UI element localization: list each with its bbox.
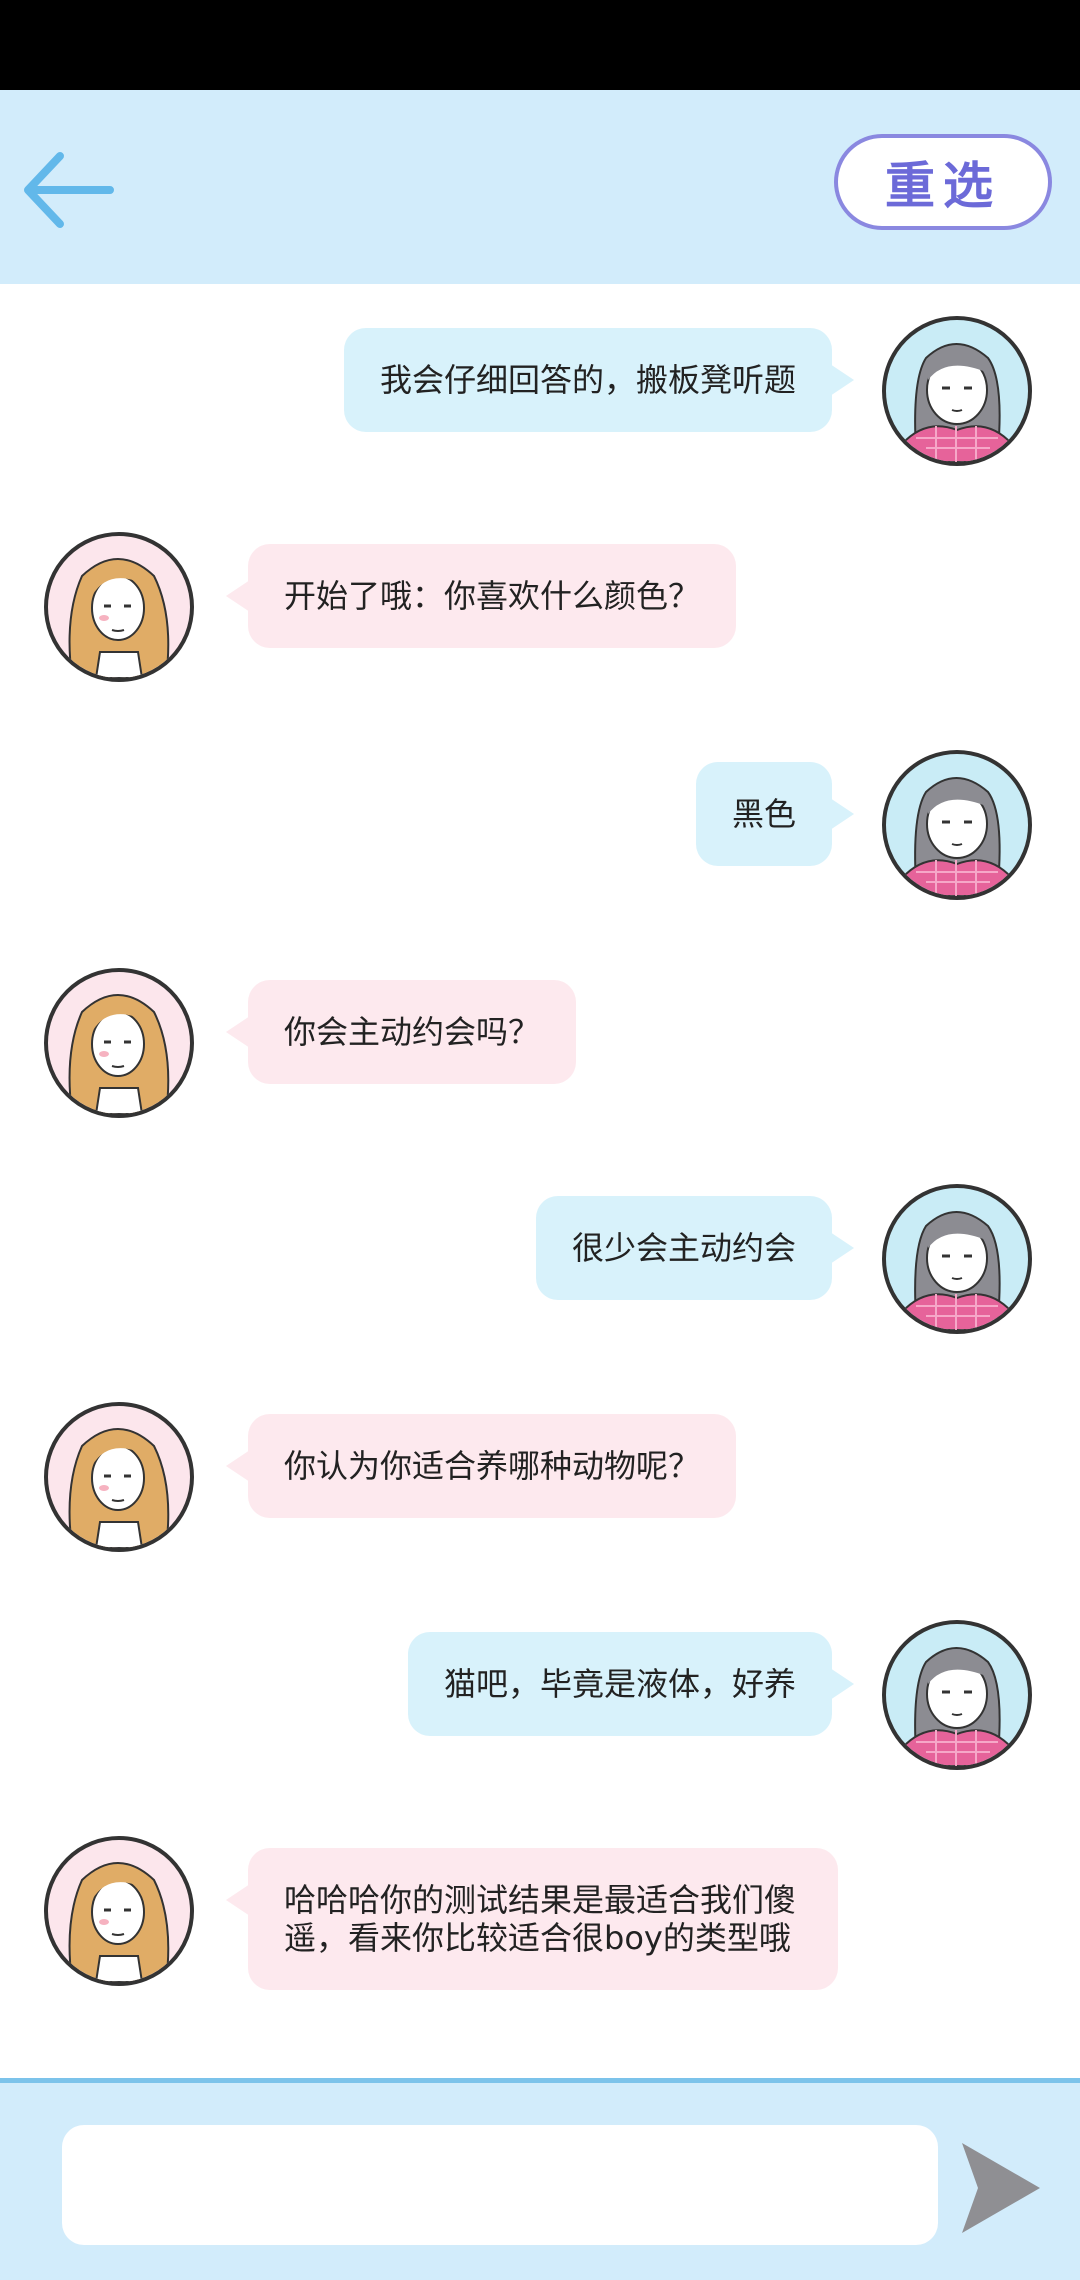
status-bar — [0, 0, 1080, 90]
contact-avatar-icon — [68, 1428, 170, 1548]
message-bubble: 猫吧，毕竟是液体，好养 — [407, 1632, 855, 1736]
reset-button[interactable]: 重选 — [834, 134, 1052, 230]
avatar[interactable] — [882, 750, 1032, 900]
user-avatar-icon — [901, 1647, 1013, 1766]
message-text: 很少会主动约会 — [571, 1229, 796, 1267]
user-avatar-icon — [901, 777, 1013, 896]
message-bubble: 我会仔细回答的，搬板凳听题 — [343, 328, 855, 432]
chat-list[interactable]: 我会仔细回答的，搬板凳听题 开始了哦：你喜欢什么颜色？ 黑色 你会主动约会吗？ … — [0, 284, 1080, 2078]
message-bubble: 你认为你适合养哪种动物呢？ — [225, 1414, 737, 1518]
message-text: 黑色 — [731, 795, 796, 833]
arrow-left-icon — [24, 152, 114, 228]
avatar[interactable] — [882, 316, 1032, 466]
send-button[interactable] — [962, 2143, 1042, 2233]
avatar[interactable] — [44, 968, 194, 1118]
message-text: 我会仔细回答的，搬板凳听题 — [379, 361, 796, 399]
avatar[interactable] — [44, 1402, 194, 1552]
avatar[interactable] — [44, 1836, 194, 1986]
message-bubble: 黑色 — [695, 762, 855, 866]
avatar[interactable] — [882, 1184, 1032, 1334]
input-bar — [0, 2078, 1080, 2280]
message-bubble: 你会主动约会吗？ — [225, 980, 577, 1084]
message-text: 哈哈哈你的测试结果是最适合我们傻遥，看来你比较适合很boy的类型哦 — [284, 1881, 797, 1957]
message-bubble: 开始了哦：你喜欢什么颜色？ — [225, 544, 737, 648]
message-input[interactable] — [62, 2125, 938, 2245]
user-avatar-icon — [901, 343, 1013, 462]
avatar[interactable] — [44, 532, 194, 682]
header: 重选 — [0, 90, 1080, 284]
avatar[interactable] — [882, 1620, 1032, 1770]
message-text: 你会主动约会吗？ — [284, 1013, 541, 1051]
message-bubble: 很少会主动约会 — [535, 1196, 855, 1300]
contact-avatar-icon — [68, 994, 170, 1114]
send-icon — [962, 2143, 1040, 2233]
back-button[interactable] — [18, 134, 128, 244]
contact-avatar-icon — [68, 558, 170, 678]
message-bubble: 哈哈哈你的测试结果是最适合我们傻遥，看来你比较适合很boy的类型哦 — [226, 1848, 838, 1990]
contact-avatar-icon — [68, 1862, 170, 1982]
message-text: 开始了哦：你喜欢什么颜色？ — [284, 577, 701, 615]
message-text: 猫吧，毕竟是液体，好养 — [443, 1665, 796, 1703]
message-text: 你认为你适合养哪种动物呢？ — [284, 1447, 701, 1485]
reset-button-label: 重选 — [885, 157, 1001, 215]
user-avatar-icon — [901, 1211, 1013, 1330]
